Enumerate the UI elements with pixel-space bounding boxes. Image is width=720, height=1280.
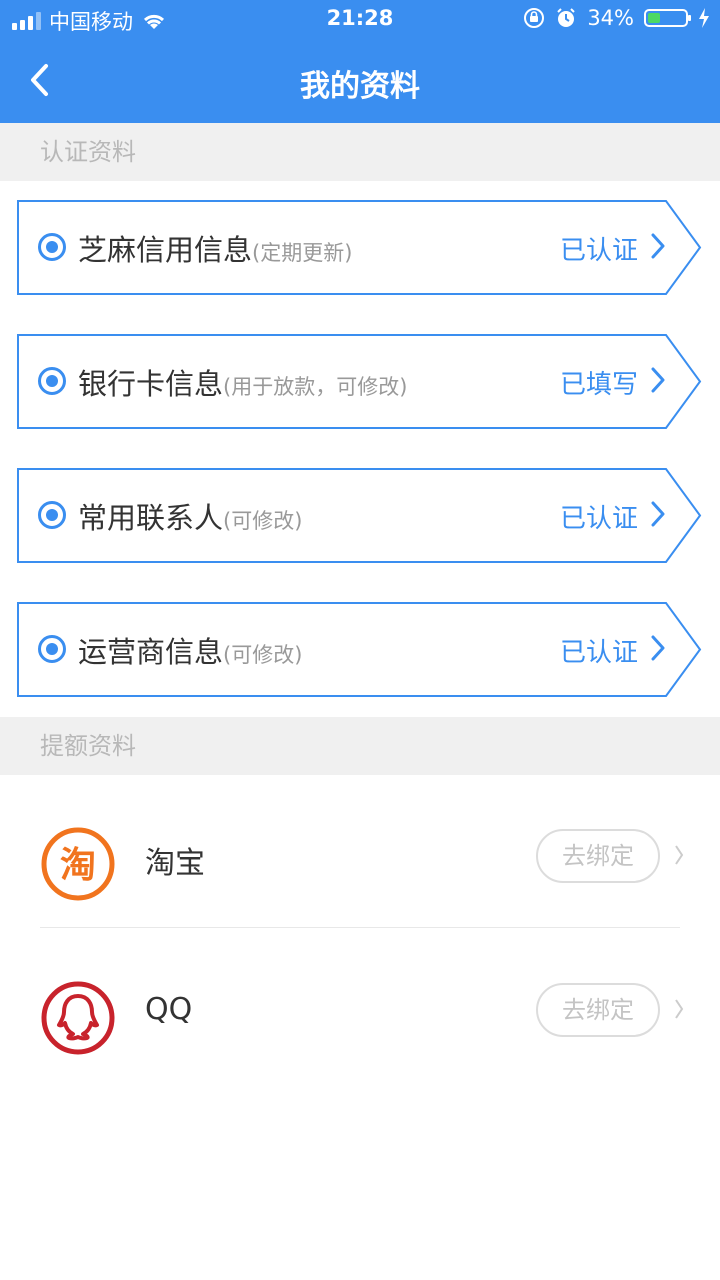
item-status: 已认证 xyxy=(559,504,638,534)
chevron-right-icon xyxy=(675,845,684,865)
row-divider xyxy=(40,927,680,928)
auth-item-contacts[interactable]: 常用联系人(可修改) 已认证 xyxy=(16,467,702,564)
bind-row-taobao[interactable]: 淘 淘宝 去绑定 xyxy=(0,781,720,931)
radio-selected-icon xyxy=(38,635,66,663)
status-bar: 中国移动 21:28 34% xyxy=(0,0,720,40)
nav-bar: 我的资料 xyxy=(0,40,720,123)
bind-button[interactable]: 去绑定 xyxy=(536,983,660,1037)
item-subtitle: (可修改) xyxy=(223,509,303,533)
charging-icon xyxy=(699,8,709,28)
radio-selected-icon xyxy=(38,233,66,261)
chevron-right-icon xyxy=(651,367,665,393)
radio-selected-icon xyxy=(38,501,66,529)
battery-percent: 34% xyxy=(587,6,634,30)
auth-item-carrier[interactable]: 运营商信息(可修改) 已认证 xyxy=(16,601,702,698)
page-title: 我的资料 xyxy=(300,69,420,104)
status-right: 34% xyxy=(523,6,710,30)
item-title: 运营商信息 xyxy=(78,635,224,669)
bind-name: 淘宝 xyxy=(145,846,205,881)
taobao-logo-icon: 淘 xyxy=(41,827,115,901)
item-status: 已认证 xyxy=(559,638,638,668)
item-subtitle: (定期更新) xyxy=(252,241,353,265)
auth-item-zhima[interactable]: 芝麻信用信息(定期更新) 已认证 xyxy=(16,199,702,296)
item-title: 常用联系人 xyxy=(78,501,224,535)
quota-section-header: 提额资料 xyxy=(0,717,720,775)
auth-item-bank-card[interactable]: 银行卡信息(用于放款，可修改) 已填写 xyxy=(16,333,702,430)
item-status: 已填写 xyxy=(559,370,638,400)
bind-name: QQ xyxy=(145,992,193,1027)
item-title: 银行卡信息 xyxy=(78,367,224,401)
item-title-block: 常用联系人(可修改) xyxy=(78,495,302,537)
chevron-right-icon xyxy=(675,999,684,1019)
chevron-right-icon xyxy=(651,233,665,259)
item-title-block: 运营商信息(可修改) xyxy=(78,629,302,671)
battery-icon xyxy=(644,9,691,27)
alarm-icon xyxy=(557,8,576,27)
item-title: 芝麻信用信息 xyxy=(78,233,253,267)
bind-row-qq[interactable]: QQ 去绑定 xyxy=(0,935,720,1085)
qq-logo-icon xyxy=(41,981,115,1055)
item-title-block: 芝麻信用信息(定期更新) xyxy=(78,227,352,269)
chevron-right-icon xyxy=(651,635,665,661)
item-title-block: 银行卡信息(用于放款，可修改) xyxy=(78,361,407,403)
taobao-logo-text: 淘 xyxy=(60,845,96,886)
item-status: 已认证 xyxy=(559,236,638,266)
item-subtitle: (可修改) xyxy=(223,643,303,667)
auth-section-header: 认证资料 xyxy=(0,123,720,181)
chevron-right-icon xyxy=(651,501,665,527)
bind-button[interactable]: 去绑定 xyxy=(536,829,660,883)
item-subtitle: (用于放款，可修改) xyxy=(223,375,408,399)
app-header: 中国移动 21:28 34% 我的资料 xyxy=(0,0,720,123)
rotation-lock-icon xyxy=(524,8,545,28)
radio-selected-icon xyxy=(38,367,66,395)
